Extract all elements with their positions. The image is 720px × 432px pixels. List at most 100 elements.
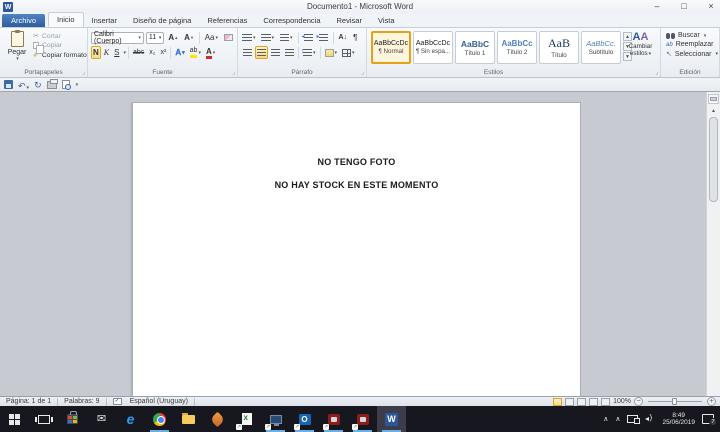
clear-formatting-button[interactable]: [222, 31, 235, 44]
select-button[interactable]: ↖ Seleccionar ▾: [666, 50, 719, 58]
change-styles-button[interactable]: AA Cambiar estilos▾: [624, 31, 657, 58]
page-count[interactable]: Página: 1 de 1: [0, 398, 57, 405]
customize-qat-icon[interactable]: ▾: [76, 82, 79, 88]
align-right-button[interactable]: [269, 46, 282, 59]
decrease-indent-button[interactable]: [302, 31, 315, 44]
save-icon[interactable]: [4, 80, 13, 89]
style-titulo[interactable]: AaB Título: [539, 31, 579, 64]
copy-button[interactable]: Copiar: [33, 42, 87, 49]
print-preview-icon[interactable]: [62, 80, 70, 89]
network-icon[interactable]: [627, 415, 638, 423]
multilevel-list-button[interactable]: ▾: [278, 31, 295, 44]
tab-referencias[interactable]: Referencias: [199, 14, 255, 27]
bold-button[interactable]: N: [91, 46, 101, 59]
hidden-icons-chevron-icon[interactable]: ∧: [615, 415, 620, 423]
superscript-button[interactable]: x²: [159, 46, 169, 59]
print-layout-view-button[interactable]: [553, 398, 562, 406]
align-left-button[interactable]: [241, 46, 254, 59]
app-shortcut-red-2-button[interactable]: ↗: [348, 406, 377, 432]
zoom-in-button[interactable]: +: [707, 397, 716, 406]
borders-button[interactable]: ▾: [340, 46, 357, 59]
scroll-up-icon[interactable]: ▲: [711, 108, 716, 114]
draft-view-button[interactable]: [601, 398, 610, 406]
word-count[interactable]: Palabras: 9: [58, 398, 105, 405]
undo-button[interactable]: ↶▾: [18, 76, 29, 94]
tab-archivo[interactable]: Archivo: [2, 14, 45, 27]
tab-vista[interactable]: Vista: [370, 14, 403, 27]
remote-desktop-shortcut-button[interactable]: ↗: [261, 406, 290, 432]
replace-button[interactable]: ab Reemplazar: [666, 41, 719, 48]
close-button[interactable]: ×: [706, 0, 716, 12]
document-page[interactable]: NO TENGO FOTO NO HAY STOCK EN ESTE MOMEN…: [133, 103, 580, 396]
text-highlight-button[interactable]: ab▾: [188, 46, 203, 59]
style-titulo-1[interactable]: AaBbC Título 1: [455, 31, 495, 64]
tab-revisar[interactable]: Revisar: [329, 14, 370, 27]
chevron-down-icon[interactable]: ▾: [123, 50, 126, 56]
action-center-icon[interactable]: 7: [702, 414, 714, 424]
task-view-button[interactable]: [29, 406, 58, 432]
zoom-level[interactable]: 100%: [613, 398, 631, 405]
taskbar-clock[interactable]: 8:49 25/06/2019: [662, 412, 695, 427]
word-taskbar-button[interactable]: W: [377, 406, 406, 432]
outline-view-button[interactable]: [589, 398, 598, 406]
tab-insertar[interactable]: Insertar: [84, 14, 125, 27]
restore-button[interactable]: □: [679, 0, 689, 12]
language-indicator[interactable]: Español (Uruguay): [124, 398, 194, 405]
strikethrough-button[interactable]: abc: [131, 46, 146, 59]
change-case-button[interactable]: Aa▾: [203, 31, 220, 44]
sort-button[interactable]: A↓: [337, 31, 350, 44]
store-taskbar-button[interactable]: [58, 406, 87, 432]
style-sin-espaciado[interactable]: AaBbCcDc ¶ Sin espa...: [413, 31, 453, 64]
zoom-slider[interactable]: [648, 401, 702, 402]
file-explorer-taskbar-button[interactable]: [174, 406, 203, 432]
shrink-font-button[interactable]: A▼: [182, 31, 196, 44]
dialog-launcher-icon[interactable]: ⌟: [361, 70, 364, 76]
app-taskbar-button-rocket[interactable]: [203, 406, 232, 432]
tab-inicio[interactable]: Inicio: [48, 12, 84, 27]
numbering-button[interactable]: ▾: [260, 31, 277, 44]
dialog-launcher-icon[interactable]: ⌟: [82, 70, 85, 76]
underline-button[interactable]: S: [112, 46, 121, 59]
font-color-button[interactable]: A▾: [204, 46, 217, 59]
font-family-select[interactable]: Calibri (Cuerpo) ▾: [91, 32, 144, 44]
excel-file-shortcut-button[interactable]: ↗: [232, 406, 261, 432]
outlook-shortcut-button[interactable]: O↗: [290, 406, 319, 432]
style-titulo-2[interactable]: AaBbCc Título 2: [497, 31, 537, 64]
vertical-scrollbar[interactable]: ▲: [706, 92, 720, 396]
fullscreen-reading-view-button[interactable]: [565, 398, 574, 406]
increase-indent-button[interactable]: [317, 31, 330, 44]
dialog-launcher-icon[interactable]: ⌟: [232, 70, 235, 76]
shading-button[interactable]: ▾: [323, 46, 340, 59]
web-layout-view-button[interactable]: [577, 398, 586, 406]
line-spacing-button[interactable]: ▾: [301, 46, 318, 59]
find-button[interactable]: Buscar ▾: [666, 32, 719, 39]
text-effects-button[interactable]: A▾: [173, 46, 186, 59]
style-subtitulo[interactable]: AaBbCc. Subtítulo: [581, 31, 621, 64]
minimize-button[interactable]: –: [652, 0, 662, 12]
mail-taskbar-button[interactable]: ✉: [87, 406, 116, 432]
justify-button[interactable]: [283, 46, 296, 59]
cut-button[interactable]: ✂ Cortar: [33, 32, 87, 40]
font-size-select[interactable]: 11 ▾: [146, 32, 165, 44]
dialog-launcher-icon[interactable]: ⌟: [655, 70, 658, 76]
edge-taskbar-button[interactable]: e: [116, 406, 145, 432]
zoom-slider-thumb[interactable]: [672, 398, 677, 405]
tab-diseno-de-pagina[interactable]: Diseño de página: [125, 14, 199, 27]
zoom-out-button[interactable]: −: [634, 397, 643, 406]
redo-icon[interactable]: ↻: [34, 80, 42, 90]
app-shortcut-red-1-button[interactable]: ↗: [319, 406, 348, 432]
proofing-status-icon[interactable]: [113, 398, 122, 405]
print-icon[interactable]: [47, 81, 57, 89]
show-hide-marks-button[interactable]: ¶: [351, 31, 359, 44]
hidden-icons-chevron-icon[interactable]: ∧: [603, 415, 608, 423]
tab-correspondencia[interactable]: Correspondencia: [255, 14, 328, 27]
start-button[interactable]: [0, 406, 29, 432]
paste-button[interactable]: Pegar ▾: [3, 31, 31, 69]
ruler-toggle-button[interactable]: [708, 94, 719, 104]
subscript-button[interactable]: x₂: [147, 46, 157, 59]
align-center-button[interactable]: [255, 46, 268, 59]
chrome-taskbar-button[interactable]: [145, 406, 174, 432]
volume-icon[interactable]: [645, 415, 655, 424]
grow-font-button[interactable]: A▲: [166, 31, 180, 44]
italic-button[interactable]: K: [102, 46, 111, 59]
